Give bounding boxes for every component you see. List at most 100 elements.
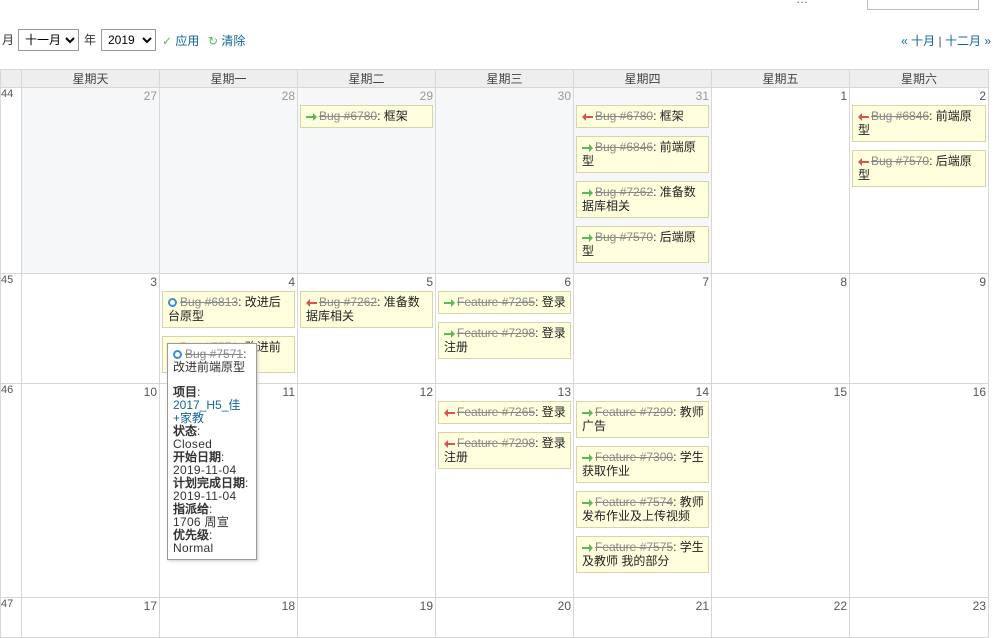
day-cell: 15 [711, 383, 850, 598]
nav-separator: | [938, 34, 942, 48]
day-cell: 7 [573, 273, 712, 384]
weekday-wednesday: 星期三 [435, 69, 574, 88]
tooltip-title: Bug #7571: 改进前端原型 [173, 348, 251, 374]
day-number: 23 [972, 599, 986, 613]
issue-entry[interactable]: Feature #7298: 登录注册 [438, 432, 571, 469]
calendar-toolbar: … 月 十一月 年 2019 ✓ 应用 ↻ 清除 « 十月 | 十二月 » [0, 0, 997, 60]
day-cell: 29 Bug #6780: 框架 [297, 87, 436, 274]
day-number: 13 [557, 385, 571, 399]
week-number: 46 [0, 383, 22, 598]
arrow-right-icon [582, 540, 595, 554]
issue-link[interactable]: Feature #7300 [595, 450, 673, 464]
arrow-left-icon [858, 154, 871, 168]
week-row: 45 3 4 Bug #6813: 改进后台原型 Bug #7571: 改进前端原型 5 B… [0, 273, 989, 384]
day-number: 8 [840, 275, 847, 289]
month-select[interactable]: 十一月 [18, 29, 79, 51]
day-number: 15 [833, 385, 847, 399]
issue-link[interactable]: Bug #6780 [595, 109, 653, 123]
issue-link[interactable]: Feature #7265 [457, 295, 535, 309]
day-cell: 27 [21, 87, 160, 274]
issue-entry[interactable]: Feature #7265: 登录 [438, 291, 571, 314]
apply-link[interactable]: ✓ 应用 [162, 32, 199, 49]
issue-link[interactable]: Bug #6813 [180, 295, 238, 309]
day-cell: 31 Bug #6780: 框架 Bug #6846: 前端原型 Bug #7262:… [573, 87, 712, 274]
tooltip-issue-link[interactable]: Bug #7571 [185, 347, 243, 361]
day-cell: 30 [435, 87, 574, 274]
arrow-right-icon [444, 326, 457, 340]
issue-entry[interactable]: Bug #7262: 准备数据库相关 [576, 181, 709, 218]
day-cell: 9 [849, 273, 989, 384]
day-number: 27 [143, 89, 157, 103]
arrow-left-icon [444, 405, 457, 419]
issue-link[interactable]: Feature #7298 [457, 436, 535, 450]
apply-label: 应用 [175, 34, 200, 48]
issue-subject: : 登录 [535, 405, 566, 419]
tooltip-priority-value: Normal [173, 541, 214, 555]
next-month-link[interactable]: 十二月 » [945, 34, 991, 48]
weekday-friday: 星期五 [711, 69, 850, 88]
issue-entry[interactable]: Bug #6846: 前端原型 [852, 105, 986, 142]
arrow-left-icon [306, 295, 319, 309]
issue-entry[interactable]: Feature #7574: 教师发布作业及上传视频 [576, 491, 709, 528]
day-number: 16 [972, 385, 986, 399]
clear-link[interactable]: ↻ 清除 [208, 32, 245, 49]
issue-link[interactable]: Feature #7574 [595, 495, 673, 509]
issue-entry[interactable]: Bug #6780: 框架 [576, 105, 709, 128]
issue-entry[interactable]: Bug #7570: 后端原型 [576, 226, 709, 263]
weekday-tuesday: 星期二 [297, 69, 436, 88]
issue-entry[interactable]: Feature #7265: 登录 [438, 401, 571, 424]
day-number: 3 [150, 275, 157, 289]
day-cell: 1 [711, 87, 850, 274]
day-cell: 14 Feature #7299: 教师 广告 Feature #7300: 学生获… [573, 383, 712, 598]
issue-entry[interactable]: Feature #7300: 学生获取作业 [576, 446, 709, 483]
clear-label: 清除 [221, 34, 246, 48]
issue-entry[interactable]: Bug #7570: 后端原型 [852, 150, 986, 187]
day-cell: 5 Bug #7262: 准备数据库相关 [297, 273, 436, 384]
issue-link[interactable]: Bug #6846 [595, 140, 653, 154]
day-cell: 3 [21, 273, 160, 384]
issue-link[interactable]: Bug #7262 [319, 295, 377, 309]
issue-entry[interactable]: Bug #6846: 前端原型 [576, 136, 709, 173]
issue-entry[interactable]: Bug #6780: 框架 [300, 105, 433, 128]
issue-entry[interactable]: Bug #7262: 准备数据库相关 [300, 291, 433, 328]
week-row: 46 10 11 12 13 Feature #7265: 登录 Feature #7298… [0, 383, 989, 598]
issue-entry[interactable]: Feature #7298: 登录注册 [438, 322, 571, 359]
day-number: 7 [702, 275, 709, 289]
arrow-left-icon [582, 109, 595, 123]
issue-entry[interactable]: Bug #6813: 改进后台原型 [162, 291, 295, 328]
issue-link[interactable]: Feature #7298 [457, 326, 535, 340]
issue-link[interactable]: Bug #6780 [319, 109, 377, 123]
status-circle-icon [173, 350, 182, 360]
issue-link[interactable]: Bug #7570 [595, 230, 653, 244]
day-number: 2 [979, 89, 986, 103]
tooltip-project-label: 项目 [173, 385, 198, 399]
day-number: 4 [288, 275, 295, 289]
year-select[interactable]: 2019 [101, 29, 156, 51]
month-navigation: « 十月 | 十二月 » [901, 32, 991, 49]
tooltip-start-label: 开始日期 [173, 450, 222, 464]
prev-month-link[interactable]: « 十月 [901, 34, 935, 48]
issue-link[interactable]: Bug #6846 [871, 109, 929, 123]
calendar: 星期天 星期一 星期二 星期三 星期四 星期五 星期六 44 27 28 29 Bug … [0, 69, 989, 638]
day-number: 31 [695, 89, 709, 103]
issue-entry[interactable]: Feature #7575: 学生及教师 我的部分 [576, 536, 709, 573]
issue-link[interactable]: Bug #7570 [871, 154, 929, 168]
day-cell: 10 [21, 383, 160, 598]
day-number: 20 [557, 599, 571, 613]
day-number: 19 [419, 599, 433, 613]
tooltip-project-link[interactable]: 2017_H5_佳+家教 [173, 398, 240, 425]
day-cell: 16 [849, 383, 989, 598]
issue-subject: : 登录 [535, 295, 566, 309]
check-icon: ✓ [162, 34, 173, 48]
reload-icon: ↻ [208, 34, 219, 48]
issue-link[interactable]: Feature #7299 [595, 405, 673, 419]
day-number: 17 [143, 599, 157, 613]
issue-link[interactable]: Bug #7262 [595, 185, 653, 199]
issue-link[interactable]: Feature #7575 [595, 540, 673, 554]
filter-input[interactable] [867, 0, 979, 10]
issue-entry[interactable]: Feature #7299: 教师 广告 [576, 401, 709, 438]
arrow-right-icon [582, 140, 595, 154]
day-number: 18 [281, 599, 295, 613]
issue-subject: : 框架 [653, 109, 684, 123]
issue-link[interactable]: Feature #7265 [457, 405, 535, 419]
